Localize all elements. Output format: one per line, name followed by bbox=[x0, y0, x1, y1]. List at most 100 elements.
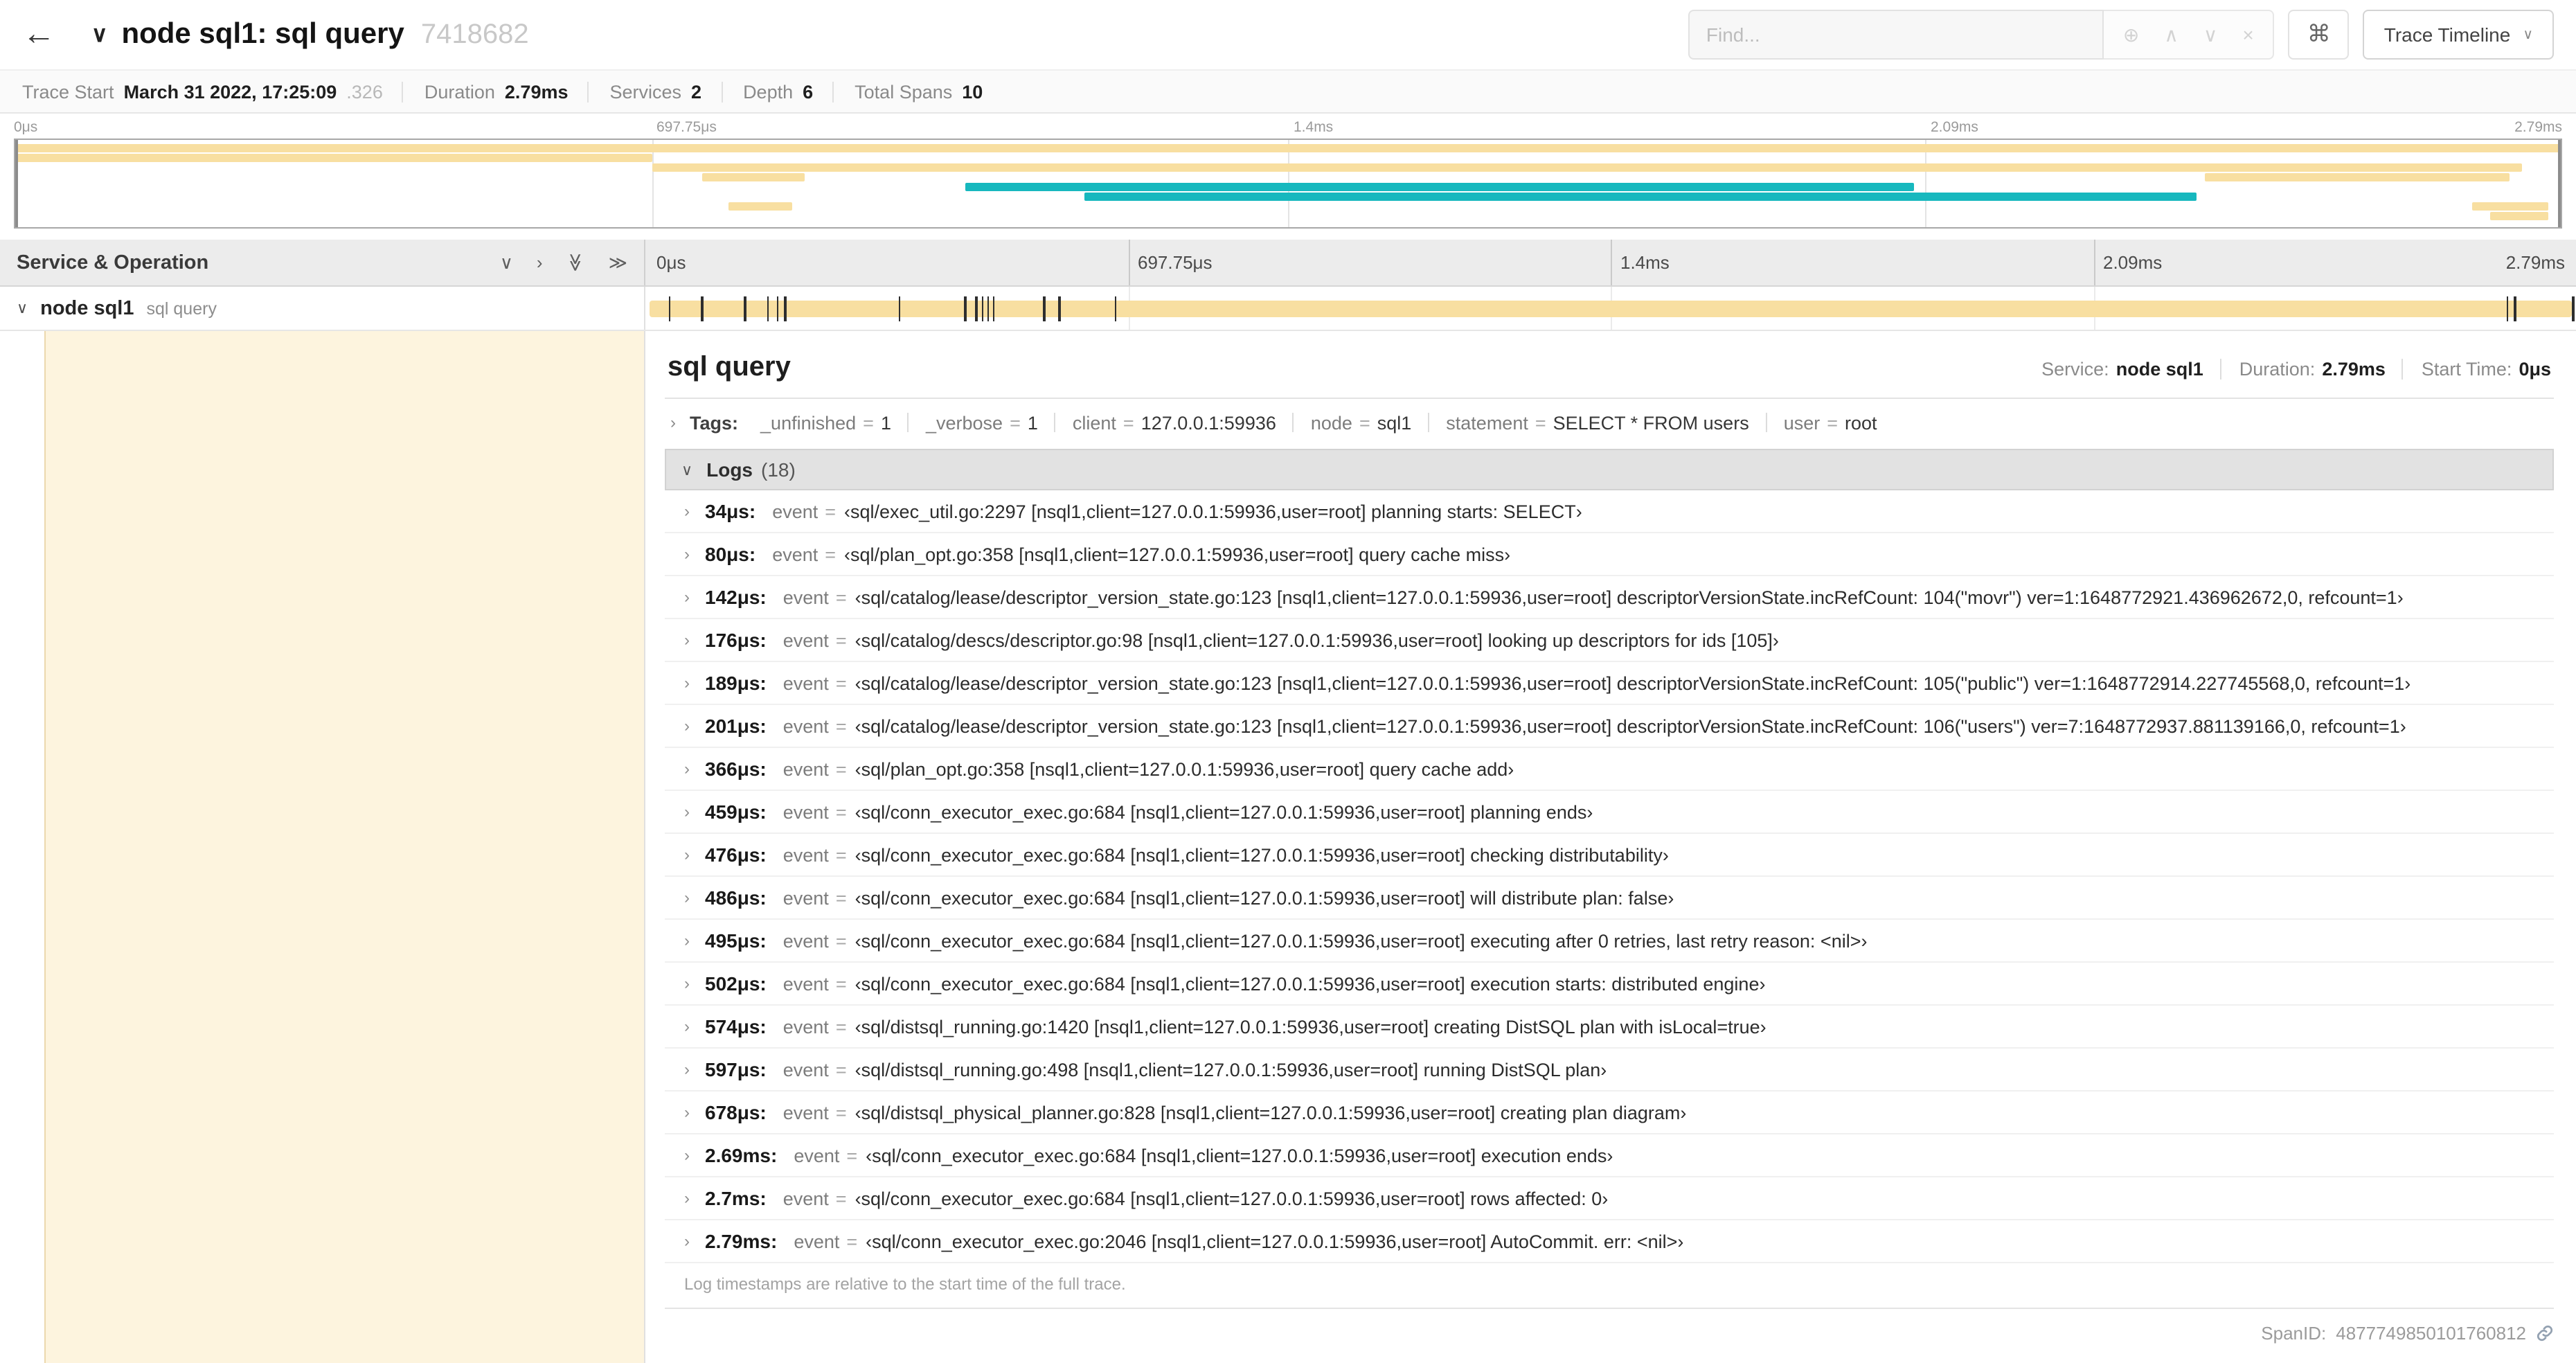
log-equals: = bbox=[835, 672, 847, 693]
minimap-scrubber-right[interactable] bbox=[2558, 140, 2561, 227]
log-row[interactable]: › 189μs: event = ‹sql/catalog/lease/descript… bbox=[665, 662, 2554, 705]
tag-value: 127.0.0.1:59936 bbox=[1141, 412, 1276, 433]
service-operation-header: Service & Operation bbox=[17, 251, 209, 274]
span-row[interactable]: ∨ node sql1 sql query bbox=[0, 287, 2576, 331]
minimap-span-bar bbox=[702, 173, 805, 181]
log-row[interactable]: › 366μs: event = ‹sql/plan_opt.go:358 [nsql1… bbox=[665, 748, 2554, 791]
log-timestamp: 459μs: bbox=[705, 801, 767, 823]
trace-info-bar: Trace Start March 31 2022, 17:25:09 .326 Du… bbox=[0, 69, 2576, 114]
tag-divider bbox=[907, 413, 909, 432]
link-icon[interactable] bbox=[2536, 1324, 2554, 1342]
command-icon: ⌘ bbox=[2307, 21, 2331, 47]
span-detail-region: sql query Service: node sql1 Duration: 2.79… bbox=[0, 331, 2576, 1363]
log-row[interactable]: › 34μs: event = ‹sql/exec_util.go:2297 [nsql… bbox=[665, 490, 2554, 533]
log-timestamp: 678μs: bbox=[705, 1101, 767, 1123]
span-meta-label: Start Time: bbox=[2421, 359, 2512, 380]
log-value: ‹sql/exec_util.go:2297 [nsql1,client=127… bbox=[844, 501, 1582, 522]
trace-timeline-page: ← ∨ node sql1: sql query 7418682 ⊕ ∧ ∨ ×… bbox=[0, 0, 2576, 1363]
trace-title-group[interactable]: ∨ node sql1: sql query 7418682 bbox=[91, 18, 529, 51]
log-row[interactable]: › 201μs: event = ‹sql/catalog/lease/descript… bbox=[665, 705, 2554, 748]
next-match-icon[interactable]: ∨ bbox=[2203, 25, 2218, 44]
log-row[interactable]: › 176μs: event = ‹sql/catalog/descs/descript… bbox=[665, 619, 2554, 662]
minimap-gridline bbox=[1924, 140, 1926, 227]
prev-match-icon[interactable]: ∧ bbox=[2164, 25, 2179, 44]
chevron-right-icon: › bbox=[684, 1060, 690, 1079]
log-value: ‹sql/conn_executor_exec.go:2046 [nsql1,c… bbox=[866, 1231, 1684, 1251]
tag-key: client bbox=[1072, 412, 1116, 433]
log-row[interactable]: › 574μs: event = ‹sql/distsql_running.go:142… bbox=[665, 1006, 2554, 1049]
zoom-to-match-icon[interactable]: ⊕ bbox=[2123, 25, 2139, 44]
log-row[interactable]: › 502μs: event = ‹sql/conn_executor_exec.go:… bbox=[665, 963, 2554, 1006]
log-key: event bbox=[794, 1231, 840, 1251]
span-row-track[interactable] bbox=[645, 287, 2576, 330]
log-row[interactable]: › 486μs: event = ‹sql/conn_executor_exec.go:… bbox=[665, 877, 2554, 920]
log-row[interactable]: › 476μs: event = ‹sql/conn_executor_exec.go:… bbox=[665, 834, 2554, 877]
log-row[interactable]: › 2.79ms: event = ‹sql/conn_executor_exec.go… bbox=[665, 1220, 2554, 1263]
log-equals: = bbox=[835, 801, 847, 822]
log-key: event bbox=[782, 715, 829, 736]
trace-view-selector[interactable]: Trace Timeline ∨ bbox=[2363, 10, 2554, 60]
expand-one-icon[interactable]: › bbox=[537, 253, 543, 271]
span-id-row: SpanID: 4877749850101760812 bbox=[665, 1309, 2554, 1346]
minimap-span-bar bbox=[2204, 173, 2510, 181]
log-value: ‹sql/distsql_running.go:1420 [nsql1,clie… bbox=[855, 1016, 1766, 1037]
logs-header[interactable]: ∨ Logs (18) bbox=[665, 449, 2554, 490]
find-input[interactable] bbox=[1688, 10, 2104, 60]
tag-divider bbox=[1765, 413, 1767, 432]
span-operation-name: sql query bbox=[146, 299, 217, 318]
log-row[interactable]: › 678μs: event = ‹sql/distsql_physical_plann… bbox=[665, 1092, 2554, 1134]
find-controls: ⊕ ∧ ∨ × bbox=[2103, 10, 2275, 60]
log-timestamp: 366μs: bbox=[705, 758, 767, 780]
log-row[interactable]: › 459μs: event = ‹sql/conn_executor_exec.go:… bbox=[665, 791, 2554, 834]
span-log-tick bbox=[776, 296, 779, 321]
collapse-all-icon[interactable]: ≫ bbox=[565, 253, 586, 271]
minimap-scrubber-left[interactable] bbox=[15, 140, 18, 227]
chevron-right-icon: › bbox=[684, 1188, 690, 1208]
tags-row[interactable]: › Tags: _unfinished = 1 _verbose = 1 client = 12… bbox=[665, 399, 2554, 449]
logs-footnote: Log timestamps are relative to the start… bbox=[665, 1263, 2554, 1309]
log-equals: = bbox=[825, 501, 837, 522]
log-equals: = bbox=[835, 758, 847, 779]
chevron-down-icon[interactable]: ∨ bbox=[17, 299, 28, 317]
log-row[interactable]: › 142μs: event = ‹sql/catalog/lease/descript… bbox=[665, 576, 2554, 619]
timeline-header: Service & Operation ∨ › ≫ ≫ 0μs 697.75μs 1… bbox=[0, 240, 2576, 287]
expand-all-icon[interactable]: ≫ bbox=[609, 253, 627, 271]
collapse-one-icon[interactable]: ∨ bbox=[500, 253, 513, 271]
collapse-controls: ∨ › ≫ ≫ bbox=[500, 253, 627, 271]
log-key: event bbox=[772, 501, 819, 522]
span-meta-value: 0μs bbox=[2519, 359, 2551, 380]
log-row[interactable]: › 597μs: event = ‹sql/distsql_running.go:498… bbox=[665, 1049, 2554, 1092]
tags-pairs: _unfinished = 1 _verbose = 1 client = 127.0.0.1:… bbox=[760, 412, 1877, 433]
clear-search-icon[interactable]: × bbox=[2242, 25, 2253, 44]
log-equals: = bbox=[835, 1016, 847, 1037]
back-button[interactable]: ← bbox=[22, 17, 55, 51]
log-row[interactable]: › 2.69ms: event = ‹sql/conn_executor_exec.go… bbox=[665, 1134, 2554, 1177]
log-key: event bbox=[782, 1102, 829, 1123]
chevron-right-icon: › bbox=[684, 888, 690, 907]
minimap-span-bar bbox=[15, 144, 2561, 152]
span-log-tick bbox=[2506, 296, 2509, 321]
trace-id: 7418682 bbox=[420, 19, 529, 49]
span-log-tick bbox=[975, 296, 978, 321]
log-key: event bbox=[782, 844, 829, 865]
timeline-column-label: 2.79ms bbox=[2505, 252, 2565, 273]
minimap-span-bar bbox=[15, 154, 652, 162]
tag-equals: = bbox=[863, 412, 874, 433]
chevron-right-icon: › bbox=[684, 759, 690, 778]
span-tree-column bbox=[0, 331, 645, 1363]
log-timestamp: 2.69ms: bbox=[705, 1144, 778, 1166]
minimap-canvas[interactable] bbox=[14, 139, 2562, 229]
chevron-right-icon: › bbox=[684, 716, 690, 736]
span-row-name-cell[interactable]: ∨ node sql1 sql query bbox=[0, 287, 645, 330]
chevron-right-icon: › bbox=[684, 544, 690, 564]
trace-view-label: Trace Timeline bbox=[2383, 24, 2511, 46]
log-row[interactable]: › 80μs: event = ‹sql/plan_opt.go:358 [nsql1,… bbox=[665, 533, 2554, 576]
keyboard-shortcuts-button[interactable]: ⌘ bbox=[2288, 10, 2350, 60]
log-row[interactable]: › 2.7ms: event = ‹sql/conn_executor_exec.go:… bbox=[665, 1177, 2554, 1220]
minimap-span-bar bbox=[2471, 202, 2548, 211]
log-equals: = bbox=[835, 1188, 847, 1209]
trace-info-suffix: .326 bbox=[346, 81, 383, 102]
log-equals: = bbox=[835, 630, 847, 650]
expanded-row-highlight bbox=[44, 331, 644, 1363]
log-row[interactable]: › 495μs: event = ‹sql/conn_executor_exec.go:… bbox=[665, 920, 2554, 963]
